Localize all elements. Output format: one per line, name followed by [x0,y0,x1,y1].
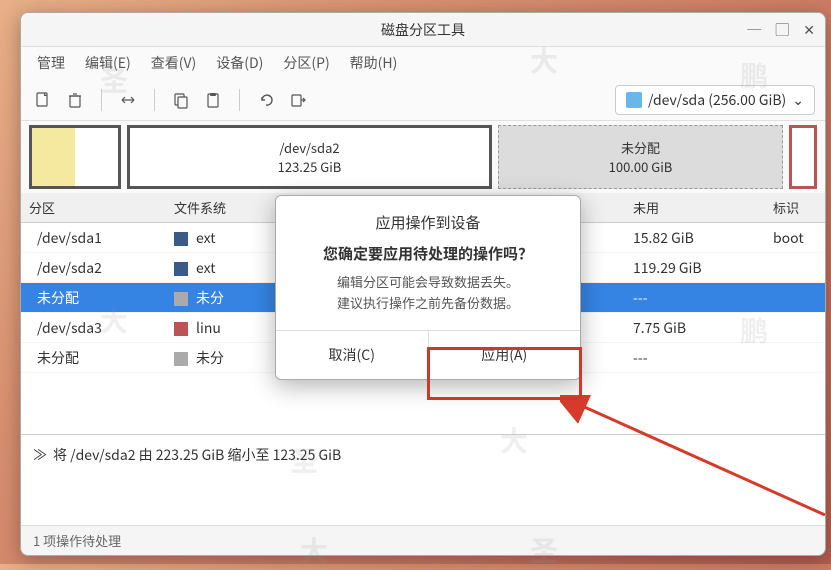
col-flags[interactable]: 标识 [765,193,825,222]
device-dropdown-label: /dev/sda (256.00 GiB) [648,90,786,110]
menu-view[interactable]: 查看(V) [143,49,205,77]
menu-edit[interactable]: 编辑(E) [77,49,139,77]
copy-icon[interactable] [169,88,193,112]
chevron-down-icon: ⌄ [792,90,804,110]
menu-manage[interactable]: 管理 [29,49,73,77]
operation-text: 将 /dev/sda2 由 223.25 GiB 缩小至 123.25 GiB [53,445,341,465]
apply-icon[interactable] [286,88,310,112]
diskmap: /dev/sda2 123.25 GiB 未分配 100.00 GiB [29,125,817,189]
cancel-button[interactable]: 取消(C) [276,331,429,379]
col-filesystem[interactable]: 文件系统 [166,193,256,222]
window-title: 磁盘分区工具 [381,20,465,40]
undo-icon[interactable] [254,88,278,112]
dialog-body: 编辑分区可能会导致数据丢失。 建议执行操作之前先备份数据。 [276,272,580,330]
diskmap-sda1[interactable] [29,125,121,189]
paste-icon[interactable] [201,88,225,112]
new-partition-icon[interactable] [31,88,55,112]
maximize-button[interactable]: ▢ [775,20,789,40]
col-unused[interactable]: 未用 [625,193,765,222]
device-dropdown[interactable]: /dev/sda (256.00 GiB) ⌄ [615,85,815,115]
diskmap-sda2[interactable]: /dev/sda2 123.25 GiB [127,125,492,189]
dialog-title: 应用操作到设备 [276,212,580,233]
diskmap-sda3[interactable] [789,125,817,189]
resize-icon[interactable] [116,88,140,112]
status-text: 1 项操作待处理 [33,531,121,550]
operation-arrow-icon: ≫ [33,445,47,465]
minimize-button[interactable]: ─ [747,20,761,40]
toolbar: /dev/sda (256.00 GiB) ⌄ [21,79,825,121]
apply-button[interactable]: 应用(A) [429,331,581,379]
delete-icon[interactable] [63,88,87,112]
pending-operations: ≫ 将 /dev/sda2 由 223.25 GiB 缩小至 123.25 Gi… [21,434,825,525]
close-button[interactable]: ✕ [803,20,815,40]
menu-help[interactable]: 帮助(H) [342,49,406,77]
menu-partition[interactable]: 分区(P) [275,49,337,77]
titlebar: 磁盘分区工具 ─ ▢ ✕ [21,13,825,47]
diskmap-unallocated[interactable]: 未分配 100.00 GiB [498,125,783,189]
menu-device[interactable]: 设备(D) [208,49,271,77]
statusbar: 1 项操作待处理 [21,525,825,555]
disk-icon [626,92,642,108]
menubar: 管理 编辑(E) 查看(V) 设备(D) 分区(P) 帮助(H) [21,47,825,79]
confirm-dialog: 应用操作到设备 您确定要应用待处理的操作吗？ 编辑分区可能会导致数据丢失。 建议… [275,195,581,380]
dialog-question: 您确定要应用待处理的操作吗？ [276,243,580,264]
col-partition[interactable]: 分区 [21,193,166,222]
